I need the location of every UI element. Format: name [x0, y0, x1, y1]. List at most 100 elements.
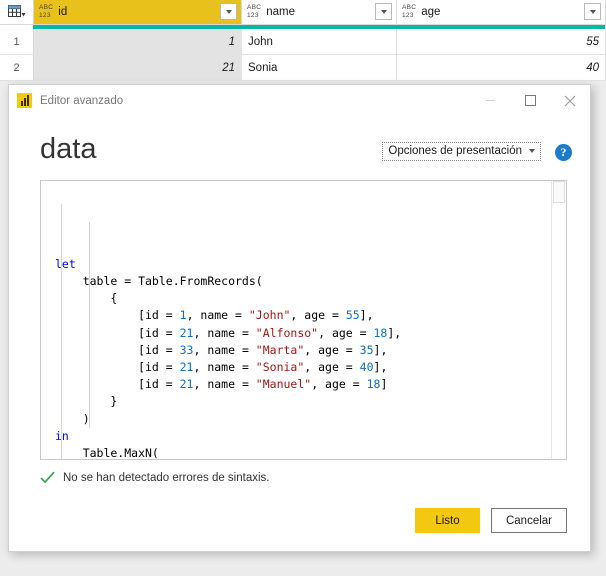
minimize-button[interactable]: [470, 86, 510, 116]
code-token: "Manuel": [255, 377, 312, 392]
code-token: ],: [387, 325, 402, 340]
code-line: {: [55, 290, 551, 307]
select-all-columns-button[interactable]: [0, 0, 34, 24]
power-bi-icon: [17, 93, 32, 108]
code-editor[interactable]: let table = Table.FromRecords( { [id = 1…: [40, 180, 567, 460]
column-header-label: name: [266, 6, 296, 18]
code-token: 40: [359, 359, 374, 374]
cancel-button[interactable]: Cancelar: [490, 508, 567, 533]
code-token: let: [55, 256, 76, 271]
table-grid-icon: [7, 5, 25, 17]
code-line: [id = 21, name = "Sonia", age = 40],: [55, 359, 551, 376]
code-editor-scroll-area[interactable]: let table = Table.FromRecords( { [id = 1…: [41, 181, 551, 459]
code-line: let: [55, 256, 551, 273]
code-token: Table.MaxN(: [55, 445, 159, 459]
display-options-dropdown[interactable]: Opciones de presentación: [382, 142, 541, 161]
column-header-name[interactable]: ABC 123 name: [242, 0, 397, 24]
code-token: ],: [359, 308, 374, 323]
column-type-icon: ABC 123: [39, 4, 54, 19]
code-token: "Alfonso": [255, 325, 319, 340]
chevron-down-icon: [529, 149, 535, 153]
code-line: table = Table.FromRecords(: [55, 273, 551, 290]
column-filter-dropdown-age[interactable]: [584, 3, 601, 20]
code-line: [id = 33, name = "Marta", age = 35],: [55, 342, 551, 359]
column-type-icon: ABC 123: [402, 4, 417, 19]
maximize-button[interactable]: [510, 86, 550, 116]
code-line: [id = 21, name = "Alfonso", age = 18],: [55, 325, 551, 342]
scrollbar-thumb[interactable]: [553, 181, 565, 203]
code-token: 21: [179, 377, 194, 392]
column-filter-dropdown-id[interactable]: [220, 3, 237, 20]
code-token: 21: [179, 325, 194, 340]
minimize-icon: [485, 100, 495, 101]
cell-age[interactable]: 55: [397, 29, 606, 54]
code-token: , name =: [193, 377, 256, 392]
code-token: 55: [345, 308, 360, 323]
code-text[interactable]: let table = Table.FromRecords( { [id = 1…: [41, 187, 551, 459]
table-row[interactable]: 1 1 John 55: [0, 29, 606, 55]
done-button[interactable]: Listo: [414, 508, 480, 533]
code-token: "John": [248, 308, 291, 323]
code-token: 21: [179, 359, 194, 374]
column-header-label: age: [421, 6, 441, 18]
code-line: }: [55, 393, 551, 410]
code-line: Table.MaxN(: [55, 445, 551, 459]
code-token: , age =: [304, 359, 360, 374]
code-token: , age =: [311, 377, 367, 392]
cell-id[interactable]: 21: [34, 55, 242, 80]
close-icon: [564, 95, 576, 106]
code-token: 33: [179, 342, 194, 357]
code-token: 1: [179, 308, 187, 323]
code-line: [id = 21, name = "Manuel", age = 18]: [55, 376, 551, 393]
close-button[interactable]: [550, 86, 590, 116]
code-editor-scrollbar[interactable]: [551, 181, 566, 459]
page-title: data: [40, 133, 97, 165]
code-token: 18: [366, 377, 381, 392]
indent-guide: [89, 222, 90, 428]
help-icon[interactable]: ?: [555, 144, 572, 161]
code-token: table = Table.FromRecords(: [55, 274, 263, 288]
display-options-label: Opciones de presentación: [388, 145, 522, 157]
advanced-editor-dialog: Editor avanzado data Opciones de present…: [8, 84, 591, 552]
code-token: [id =: [55, 325, 180, 340]
cell-name[interactable]: Sonia: [242, 55, 397, 80]
syntax-status: No se han detectado errores de sintaxis.: [40, 471, 590, 484]
cell-id[interactable]: 1: [34, 29, 242, 54]
cell-name[interactable]: John: [242, 29, 397, 54]
code-token: , age =: [304, 342, 360, 357]
code-token: 35: [359, 342, 374, 357]
code-token: ],: [373, 342, 388, 357]
code-token: 18: [373, 325, 388, 340]
code-line: in: [55, 428, 551, 445]
code-token: "Marta": [255, 342, 305, 357]
code-line: ): [55, 411, 551, 428]
code-token: , name =: [193, 359, 256, 374]
code-token: , age =: [290, 308, 346, 323]
table-row[interactable]: 2 21 Sonia 40: [0, 55, 606, 81]
cell-age[interactable]: 40: [397, 55, 606, 80]
chevron-down-icon: [225, 9, 232, 14]
column-filter-dropdown-name[interactable]: [375, 3, 392, 20]
row-number: 1: [0, 29, 34, 54]
code-token: , age =: [318, 325, 374, 340]
column-type-icon: ABC 123: [247, 4, 262, 19]
indent-guide: [61, 204, 62, 459]
code-token: "Sonia": [255, 359, 305, 374]
row-number: 2: [0, 55, 34, 80]
code-line: [id = 1, name = "John", age = 55],: [55, 307, 551, 324]
code-token: }: [55, 394, 118, 409]
data-preview-grid: ABC 123 id ABC 123 name ABC 123 age 1 1 …: [0, 0, 606, 81]
maximize-icon: [524, 95, 536, 106]
code-token: [id =: [55, 308, 180, 323]
check-icon: [40, 471, 55, 484]
code-token: ]: [380, 377, 388, 392]
dialog-titlebar[interactable]: Editor avanzado: [9, 85, 590, 116]
chevron-down-icon: [380, 9, 387, 14]
dialog-heading-row: data Opciones de presentación ?: [9, 116, 590, 165]
column-header-age[interactable]: ABC 123 age: [397, 0, 606, 24]
column-header-label: id: [58, 6, 68, 18]
code-token: ],: [373, 359, 388, 374]
column-header-id[interactable]: ABC 123 id: [34, 0, 242, 24]
code-token: , name =: [186, 308, 249, 323]
dialog-title: Editor avanzado: [40, 94, 124, 107]
